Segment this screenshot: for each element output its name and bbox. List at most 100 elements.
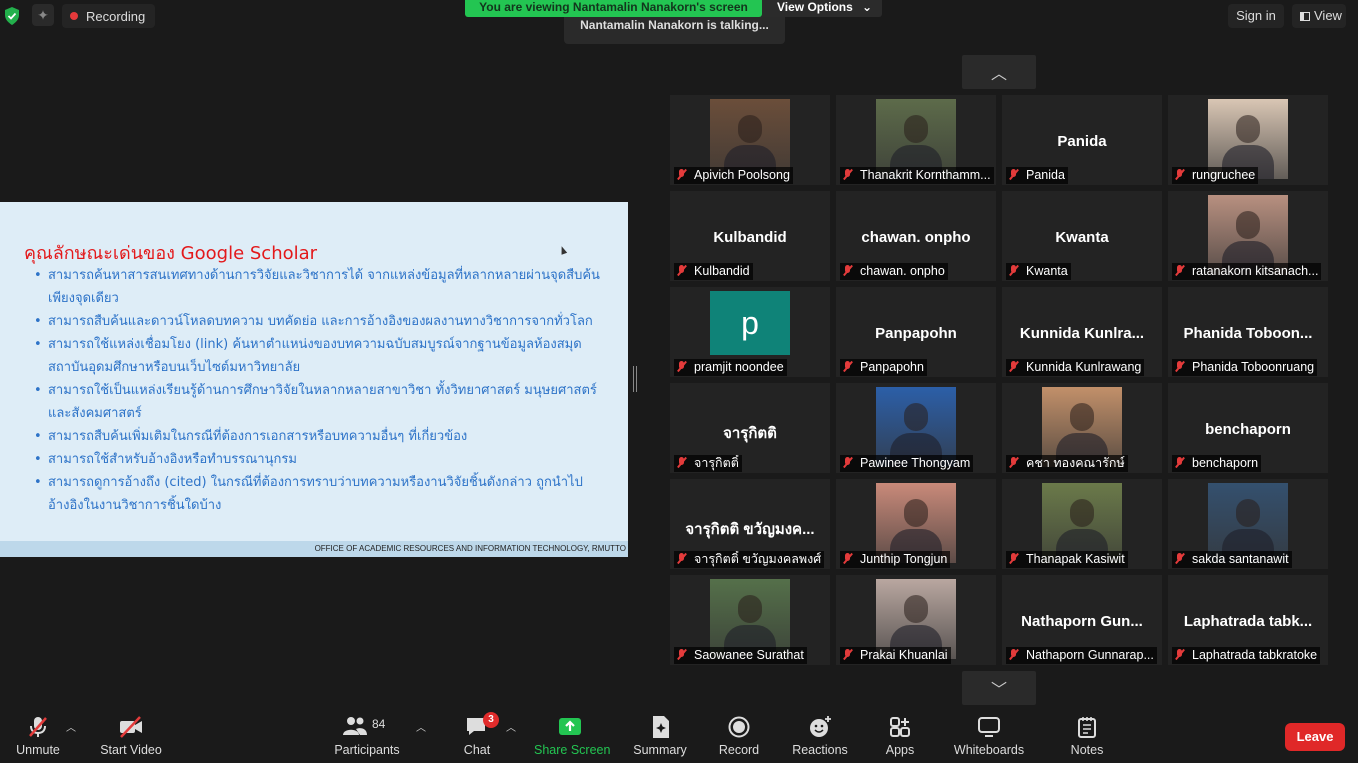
participant-name-label: Pawinee Thongyam [840,455,974,472]
slide-bullet: สามารถสืบค้นเพิ่มเติมในกรณีที่ต้องการเอก… [34,425,614,448]
participants-label: Participants [334,743,400,757]
muted-mic-icon [1009,169,1018,180]
whiteboards-label: Whiteboards [953,743,1025,757]
muted-mic-icon [1175,649,1184,660]
ai-companion-icon[interactable]: ✦ [32,4,54,26]
participant-tile[interactable]: Junthip Tongjun [836,479,996,569]
chat-caret-icon[interactable]: ︿ [506,719,516,734]
participant-tile[interactable]: Kunnida Kunlra... Kunnida Kunlrawang [1002,287,1162,377]
muted-mic-icon [843,649,852,660]
muted-mic-icon [677,169,686,180]
audio-options-caret-icon[interactable]: ︿ [66,719,76,734]
participant-name-label: Kwanta [1006,263,1071,280]
participant-tile[interactable]: Prakai Khuanlai [836,575,996,665]
participant-tile[interactable]: p pramjit noondee [670,287,830,377]
participant-silhouette [904,403,928,431]
participant-display-name: Kwanta [1055,229,1109,246]
participants-caret-icon[interactable]: ︿ [416,719,426,734]
participant-name-label: จารุกิตติ์ ขวัญมงคลพงศ์ [674,551,825,568]
participant-display-name: Laphatrada tabk... [1183,613,1313,630]
slide-footer-text: OFFICE OF ACADEMIC RESOURCES AND INFORMA… [314,544,626,553]
participant-tile[interactable]: จารุกิตติจารุกิตติ์ [670,383,830,473]
participant-name: ratanakorn kitsanach... [1192,264,1319,278]
participant-silhouette [904,595,928,623]
participant-display-name: Panida [1057,133,1107,150]
participant-silhouette [904,115,928,143]
participant-name-label: Panpapohn [840,359,927,376]
gallery-prev-page-button[interactable]: ︿ [962,55,1036,89]
participant-name-label: benchaporn [1172,455,1262,472]
participant-tile[interactable]: Panpapohn Panpapohn [836,287,996,377]
participant-tile[interactable]: Apivich Poolsong [670,95,830,185]
summary-label: Summary [633,743,687,757]
reactions-button[interactable]: Reactions [792,705,848,763]
participant-tile[interactable]: Kwanta Kwanta [1002,191,1162,281]
chat-badge: 3 [483,712,499,728]
summary-button[interactable]: Summary [632,705,688,763]
participant-tile[interactable]: rungruchee [1168,95,1328,185]
slide-bullet: สามารถใช้เป็นแหล่งเรียนรู้ด้านการศึกษาวิ… [34,379,614,425]
muted-mic-icon [677,649,686,660]
whiteboards-button[interactable]: Whiteboards [952,705,1026,763]
participant-tile[interactable]: Thanapak Kasiwit [1002,479,1162,569]
participant-name-label: Kunnida Kunlrawang [1006,359,1145,376]
view-button[interactable]: View [1292,4,1346,28]
muted-mic-icon [1175,457,1184,468]
share-screen-button[interactable]: Share Screen [534,705,610,763]
gallery-next-page-button[interactable]: ﹀ [962,671,1036,705]
apps-button[interactable]: Apps [880,705,920,763]
leave-button[interactable]: Leave [1285,723,1345,751]
start-video-button[interactable]: Start Video [98,705,164,763]
slide-title: คุณลักษณะเด่นของ Google Scholar [24,243,318,264]
participant-display-name: จารุกิตติ [723,425,777,442]
share-screen-icon [559,718,581,735]
participant-tile[interactable]: Panida Panida [1002,95,1162,185]
participant-name: Laphatrada tabkratoke [1192,648,1318,662]
record-button[interactable]: Record [718,705,760,763]
shield-check-icon[interactable] [4,7,20,25]
start-video-label: Start Video [100,743,162,757]
participant-name: Prakai Khuanlai [860,648,948,662]
sign-in-button[interactable]: Sign in [1228,4,1284,28]
participant-tile[interactable]: Laphatrada tabk... Laphatrada tabkratoke [1168,575,1328,665]
view-label: View [1314,8,1342,23]
participant-name-label: rungruchee [1172,167,1259,184]
participant-tile[interactable]: chawan. onpho chawan. onpho [836,191,996,281]
participant-tile[interactable]: Thanakrit Kornthamm... [836,95,996,185]
participant-tile[interactable]: Kulbandid Kulbandid [670,191,830,281]
slide-bullet: สามารถสืบค้นและดาวน์โหลดบทความ บทคัดย่อ … [34,310,614,333]
participant-name: Saowanee Surathat [694,648,804,662]
view-options-label: View Options [777,0,853,14]
participant-tile[interactable]: benchaporn benchaporn [1168,383,1328,473]
participant-tile[interactable]: Phanida Toboon... Phanida Toboonruang [1168,287,1328,377]
notes-button[interactable]: Notes [1066,705,1108,763]
participant-display-name: benchaporn [1205,421,1291,438]
participant-name: chawan. onpho [860,264,945,278]
split-view-handle[interactable] [633,366,637,392]
participant-name: Kwanta [1026,264,1068,278]
notes-label: Notes [1070,743,1104,757]
reactions-label: Reactions [792,743,848,757]
participant-tile[interactable]: Nathaporn Gun... Nathaporn Gunnarap... [1002,575,1162,665]
muted-mic-icon [1009,361,1018,372]
recording-indicator[interactable]: Recording [62,4,156,28]
chat-button[interactable]: 3 Chat [458,705,499,763]
participant-tile[interactable]: จารุกิตติ ขวัญมงค... จารุกิตติ์ ขวัญมงคลพ… [670,479,830,569]
chat-icon-wrap: 3 [465,712,499,739]
participant-silhouette [1236,211,1260,239]
unmute-button[interactable]: Unmute [12,705,64,763]
record-label: Record [718,743,760,757]
view-options-button[interactable]: View Options ⌄ [762,0,882,17]
slide-bullet: สามารถใช้แหล่งเชื่อมโยง (link) ค้นหาตำแห… [34,333,614,379]
viewing-screen-banner: You are viewing Nantamalin Nanakorn's sc… [465,0,762,17]
participant-tile[interactable]: Saowanee Surathat [670,575,830,665]
participant-name: จารุกิตติ์ [694,456,739,470]
participant-tile[interactable]: sakda santanawit [1168,479,1328,569]
participant-tile[interactable]: Pawinee Thongyam [836,383,996,473]
muted-mic-icon [1175,553,1184,564]
participant-name: Panida [1026,168,1065,182]
participant-tile[interactable]: คชา ทองคณารักษ์ [1002,383,1162,473]
participant-tile[interactable]: ratanakorn kitsanach... [1168,191,1328,281]
slide-bullet: สามารถดูการอ้างถึง (cited) ในกรณีที่ต้อง… [34,471,614,517]
participants-button[interactable]: 84 Participants [334,705,400,763]
